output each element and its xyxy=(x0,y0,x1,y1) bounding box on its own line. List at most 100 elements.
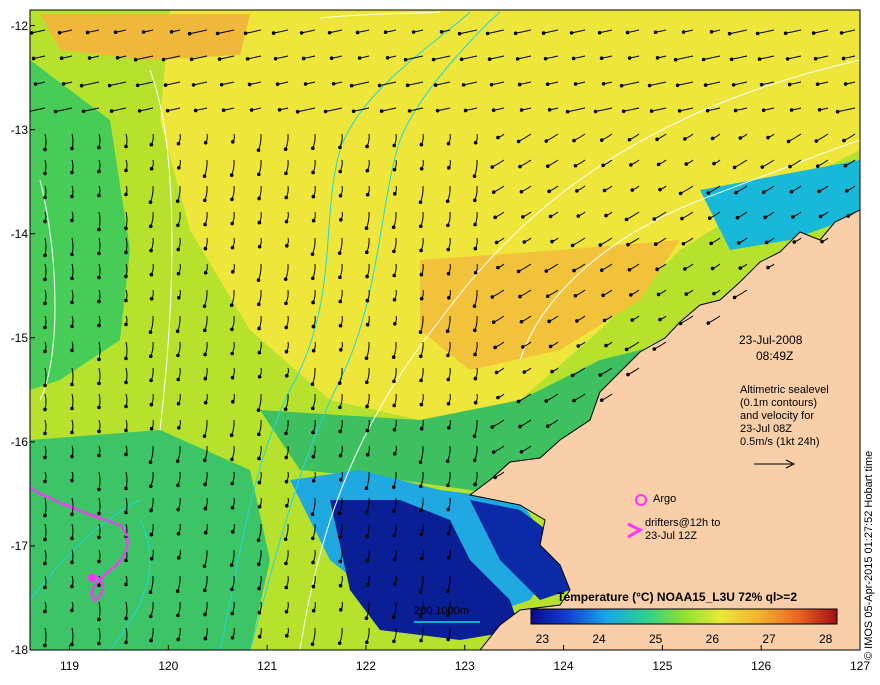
velocity-vector-head xyxy=(489,82,494,87)
velocity-vector-head xyxy=(148,590,153,594)
velocity-vector-head xyxy=(70,584,74,589)
velocity-vector-head xyxy=(43,325,47,330)
velocity-vector-head xyxy=(311,218,316,223)
velocity-vector-head xyxy=(658,317,662,322)
velocity-vector-head xyxy=(472,434,477,438)
velocity-vector-head xyxy=(70,560,74,565)
velocity-vector-head xyxy=(703,83,708,87)
velocity-vector-head xyxy=(245,57,250,61)
lon-tick-label: 119 xyxy=(59,659,80,673)
velocity-vector-head xyxy=(516,399,521,404)
velocity-vector-head xyxy=(573,293,578,298)
velocity-vector-head xyxy=(419,296,424,301)
velocity-vector-head xyxy=(339,608,343,612)
velocity-vector-head xyxy=(419,272,424,277)
velocity-vector-head xyxy=(338,429,343,434)
velocity-vector-head xyxy=(61,82,66,86)
velocity-vector-head xyxy=(311,170,315,175)
annotation-line: and velocity for xyxy=(740,410,814,422)
velocity-vector-head xyxy=(107,83,112,88)
velocity-vector-head xyxy=(681,30,686,34)
velocity-vector-head xyxy=(392,639,396,644)
velocity-vector-head xyxy=(176,223,180,228)
velocity-vector-head xyxy=(331,82,336,86)
velocity-vector-head xyxy=(97,381,101,386)
velocity-vector-head xyxy=(379,109,384,113)
velocity-vector-head xyxy=(629,163,633,167)
velocity-vector-head xyxy=(203,588,207,593)
velocity-vector-head xyxy=(473,270,478,275)
velocity-vector-head xyxy=(97,511,101,516)
velocity-vector-head xyxy=(490,425,495,429)
colorbar-title: Temperature (°C) NOAA15_L3U 72% ql>=2 xyxy=(557,590,797,604)
velocity-vector-head xyxy=(393,452,397,456)
velocity-vector-head xyxy=(843,82,848,86)
velocity-vector-head xyxy=(149,556,154,561)
velocity-vector-head xyxy=(339,218,343,222)
velocity-vector-head xyxy=(149,508,153,513)
argo-label: Argo xyxy=(653,493,677,505)
velocity-vector-head xyxy=(411,30,416,34)
velocity-vector-head xyxy=(203,328,207,333)
velocity-vector-head xyxy=(284,609,289,614)
velocity-vector-head xyxy=(783,31,788,36)
velocity-vector-head xyxy=(625,30,630,35)
velocity-vector-head xyxy=(684,292,689,296)
velocity-vector-head xyxy=(734,190,738,195)
velocity-vector-head xyxy=(788,164,792,169)
velocity-vector-head xyxy=(169,30,174,34)
velocity-vector-head xyxy=(729,57,734,62)
velocity-vector-head xyxy=(522,370,527,374)
velocity-vector-head xyxy=(513,31,518,36)
velocity-vector-head xyxy=(543,56,548,61)
velocity-vector-head xyxy=(59,56,64,61)
velocity-vector-head xyxy=(97,429,101,434)
lat-tick-label: -15 xyxy=(10,330,28,345)
velocity-vector-head xyxy=(355,30,360,35)
velocity-vector-head xyxy=(97,641,101,646)
velocity-vector-head xyxy=(133,57,138,62)
velocity-vector-head xyxy=(550,369,554,374)
colorbar-tick-label: 24 xyxy=(592,632,606,646)
velocity-vector-head xyxy=(257,374,262,379)
velocity-vector-head xyxy=(301,56,306,61)
drifters-note: drifters@12h to 23-Jul 12Z xyxy=(645,517,720,543)
velocity-vector-head xyxy=(231,400,235,404)
velocity-vector-head xyxy=(81,109,86,114)
velocity-vector-head xyxy=(97,583,101,588)
velocity-vector-head xyxy=(675,83,680,88)
annotation-line: 0.5m/s (1kt 24h) xyxy=(740,436,820,448)
velocity-vector-head xyxy=(392,167,397,172)
velocity-vector-head xyxy=(419,166,424,171)
velocity-vector-head xyxy=(203,352,207,357)
velocity-vector-head xyxy=(149,296,154,301)
velocity-vector-head xyxy=(338,299,343,304)
velocity-vector-head xyxy=(285,634,289,638)
velocity-vector-head xyxy=(647,83,652,88)
velocity-vector-head xyxy=(124,428,128,433)
velocity-vector-head xyxy=(338,145,342,150)
velocity-vector-head xyxy=(148,460,153,464)
velocity-vector-head xyxy=(70,430,74,435)
velocity-vector-head xyxy=(189,57,194,62)
colorbar-tick-label: 28 xyxy=(818,632,833,646)
velocity-vector-head xyxy=(544,399,549,403)
velocity-vector-head xyxy=(338,193,343,198)
velocity-vector-head xyxy=(392,143,397,148)
velocity-vector-head xyxy=(284,455,289,460)
velocity-vector-head xyxy=(678,321,683,326)
velocity-vector-head xyxy=(403,57,408,62)
velocity-vector-head xyxy=(149,166,154,171)
velocity-vector-head xyxy=(706,191,711,195)
velocity-vector-head xyxy=(43,643,47,648)
lat-tick-label: -18 xyxy=(10,643,28,657)
velocity-vector-head xyxy=(70,642,74,647)
lon-tick-label: 124 xyxy=(553,659,574,673)
velocity-vector-head xyxy=(419,532,424,537)
velocity-vector-head xyxy=(680,216,684,221)
velocity-vector-head xyxy=(365,168,370,173)
velocity-vector-head xyxy=(712,291,716,296)
velocity-vector-head xyxy=(124,274,128,279)
velocity-vector-head xyxy=(231,140,235,144)
sst-map: -12 -13 -14 -15 -16 -17 -18 119 120 121 122 123 124… xyxy=(0,0,880,680)
